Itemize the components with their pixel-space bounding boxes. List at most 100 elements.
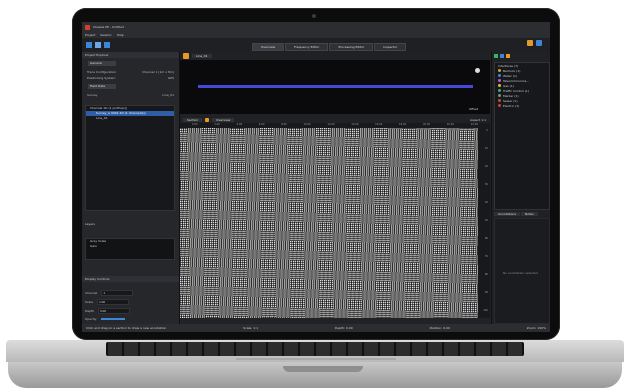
control-label: Channel bbox=[85, 291, 98, 295]
tree-item-line[interactable]: Line_01 bbox=[86, 116, 174, 121]
control-label: Depth bbox=[85, 309, 95, 313]
layer-label: Water (1) bbox=[503, 73, 518, 78]
field-data-button[interactable]: Field Data bbox=[88, 84, 116, 89]
empty-annotation-text: No annotation selected bbox=[503, 271, 538, 275]
laptop-base-front bbox=[8, 362, 622, 388]
tab-annotations[interactable]: Annotations bbox=[494, 212, 521, 216]
top-right-tools bbox=[527, 40, 542, 46]
channel-control: Channel bbox=[85, 290, 175, 296]
tab-section-overview[interactable]: Overview bbox=[212, 117, 235, 122]
overview-line-name[interactable]: Line_01 bbox=[192, 54, 212, 58]
window-title: Chassis PE - Untitled bbox=[93, 25, 124, 29]
tab-inspector[interactable]: Inspector bbox=[374, 43, 407, 51]
depth-tick: 20 bbox=[484, 165, 488, 168]
edit-interface-icon[interactable] bbox=[500, 54, 504, 58]
property-row: Positioning System GPS bbox=[82, 75, 179, 81]
survey-selector-row[interactable]: Survey Line_01 bbox=[82, 92, 179, 98]
bullet-icon bbox=[498, 84, 501, 87]
survey-label: Survey bbox=[87, 93, 98, 97]
layer-label: Traffic Control (1) bbox=[503, 88, 530, 93]
bullet-icon bbox=[498, 104, 501, 107]
depth-input[interactable] bbox=[98, 308, 131, 314]
layer-label: Telecommunica... bbox=[503, 78, 530, 83]
seismic-section-view[interactable] bbox=[180, 128, 478, 318]
lid-notch bbox=[283, 366, 363, 372]
depth-tick: 10 bbox=[484, 147, 488, 150]
laptop-base bbox=[6, 340, 624, 362]
title-bar: Chassis PE - Untitled bbox=[82, 22, 550, 32]
project-explorer-title: Project Explorer bbox=[82, 52, 179, 58]
bullet-icon bbox=[498, 99, 501, 102]
survey-line-track[interactable] bbox=[198, 85, 473, 88]
layer-label: Electric (1) bbox=[503, 103, 520, 108]
depth-tick: 100 bbox=[483, 309, 488, 312]
depth-scale: 0 10 20 30 40 50 60 70 80 90 100 bbox=[478, 128, 490, 318]
tab-overview[interactable]: Overview bbox=[252, 43, 285, 51]
depth-tick: 30 bbox=[484, 183, 488, 186]
survey-value: Line_01 bbox=[162, 93, 174, 97]
depth-tick: 90 bbox=[484, 291, 488, 294]
tab-notes[interactable]: Notes bbox=[521, 212, 538, 216]
scale-input[interactable] bbox=[97, 299, 130, 305]
project-explorer-panel: Project Explorer General Trace Configura… bbox=[82, 52, 180, 324]
control-label: Opacity bbox=[85, 317, 97, 321]
layer-label: Sewer (1) bbox=[503, 98, 518, 103]
tab-frequency-editor[interactable]: Frequency Editor bbox=[285, 43, 329, 51]
status-scale: Scale: 1:1 bbox=[243, 326, 259, 330]
interfaces-toolbar bbox=[492, 52, 550, 60]
property-value: Channel 1 (1m x 8m) bbox=[142, 70, 174, 74]
app-logo-icon bbox=[85, 24, 90, 30]
app-screen: Chassis PE - Untitled Project Seismic He… bbox=[82, 22, 550, 332]
data-tree: Channel 1D (1 profile(s)) Survey_A 0001.… bbox=[85, 105, 175, 211]
display-controls: Display Controls bbox=[82, 276, 179, 282]
layers-label: Layers bbox=[85, 222, 95, 226]
open-project-icon[interactable] bbox=[95, 42, 101, 48]
delete-interface-icon[interactable] bbox=[506, 54, 510, 58]
general-section-button[interactable]: General bbox=[88, 61, 116, 66]
status-position: Position: 0.00 bbox=[429, 326, 450, 330]
annotation-detail: No annotation selected bbox=[494, 218, 550, 324]
menu-item-help[interactable]: Help bbox=[117, 33, 124, 37]
depth-tick: 70 bbox=[484, 255, 488, 258]
display-controls-title: Display Controls bbox=[82, 276, 179, 282]
annotation-tabs: Annotations Notes bbox=[494, 212, 538, 216]
compass-icon[interactable] bbox=[475, 68, 480, 73]
bullet-icon bbox=[498, 94, 501, 97]
user-icon[interactable] bbox=[527, 40, 533, 46]
layer-label: Marker (1) bbox=[503, 93, 519, 98]
aspect-label[interactable]: Aspect 1:1 bbox=[470, 118, 486, 122]
layer-legend: Grey Scale Gain bbox=[85, 238, 175, 260]
scale-control: Scale bbox=[85, 299, 175, 305]
section-toolbar: Section Overview Aspect 1:1 bbox=[180, 116, 490, 123]
opacity-slider[interactable] bbox=[100, 318, 125, 320]
menu-item-seismic[interactable]: Seismic bbox=[100, 33, 112, 37]
overview-label: Offset bbox=[468, 107, 478, 111]
status-depth: Depth: 0.00 bbox=[334, 326, 353, 330]
save-project-icon[interactable] bbox=[104, 42, 110, 48]
channel-input[interactable] bbox=[101, 290, 134, 296]
interfaces-panel: Interfaces (7) Bedrock (1) Water (1) Tel… bbox=[491, 52, 550, 324]
view-tabs: Overview Frequency Editor Processing Edi… bbox=[252, 43, 407, 51]
keyboard bbox=[106, 342, 524, 356]
depth-tick: 40 bbox=[484, 201, 488, 204]
bullet-icon bbox=[498, 79, 501, 82]
control-label: Scale bbox=[85, 300, 94, 304]
layer-label: Gas (1) bbox=[503, 83, 514, 88]
overview-map[interactable]: Offset bbox=[180, 60, 490, 114]
layer-item[interactable]: Electric (1) bbox=[495, 103, 549, 108]
depth-tick: 80 bbox=[484, 273, 488, 276]
status-zoom: Zoom: 100% bbox=[526, 326, 546, 330]
overview-header: Line_01 bbox=[180, 52, 490, 60]
new-project-icon[interactable] bbox=[86, 42, 92, 48]
tab-section[interactable]: Section bbox=[183, 117, 203, 122]
property-value: GPS bbox=[167, 76, 174, 80]
settings-icon[interactable] bbox=[536, 40, 542, 46]
menu-item-project[interactable]: Project bbox=[85, 33, 95, 37]
webcam bbox=[312, 14, 316, 18]
bullet-icon bbox=[498, 69, 501, 72]
legend-item-gain[interactable]: Gain bbox=[86, 244, 174, 249]
interfaces-tree: Interfaces (7) Bedrock (1) Water (1) Tel… bbox=[494, 62, 550, 210]
depth-tick: 60 bbox=[484, 237, 488, 240]
add-interface-icon[interactable] bbox=[494, 54, 498, 58]
tab-processing-editor[interactable]: Processing Editor bbox=[329, 43, 374, 51]
